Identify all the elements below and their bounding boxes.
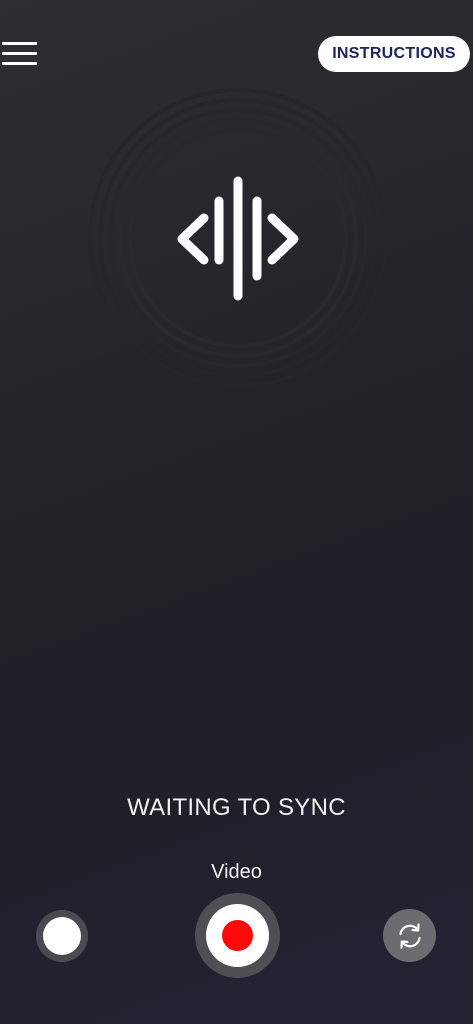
switch-camera-icon: [398, 922, 421, 949]
capture-mode-label[interactable]: Video: [0, 861, 473, 884]
sync-indicator: [88, 88, 388, 388]
record-dot-icon: [222, 920, 253, 951]
instructions-button-label: INSTRUCTIONS: [332, 45, 456, 62]
sync-status-text: WAITING TO SYNC: [127, 794, 346, 821]
menu-icon-bar: [2, 52, 37, 55]
menu-icon-bar: [2, 62, 37, 65]
menu-button[interactable]: [2, 42, 38, 66]
secondary-capture-button[interactable]: [36, 910, 88, 962]
instructions-button[interactable]: INSTRUCTIONS: [318, 36, 470, 72]
sync-waveform-icon: [88, 88, 388, 388]
white-circle-icon: [43, 917, 81, 955]
menu-icon-bar: [2, 42, 37, 45]
switch-camera-button[interactable]: [383, 909, 436, 962]
record-button[interactable]: [195, 893, 280, 978]
